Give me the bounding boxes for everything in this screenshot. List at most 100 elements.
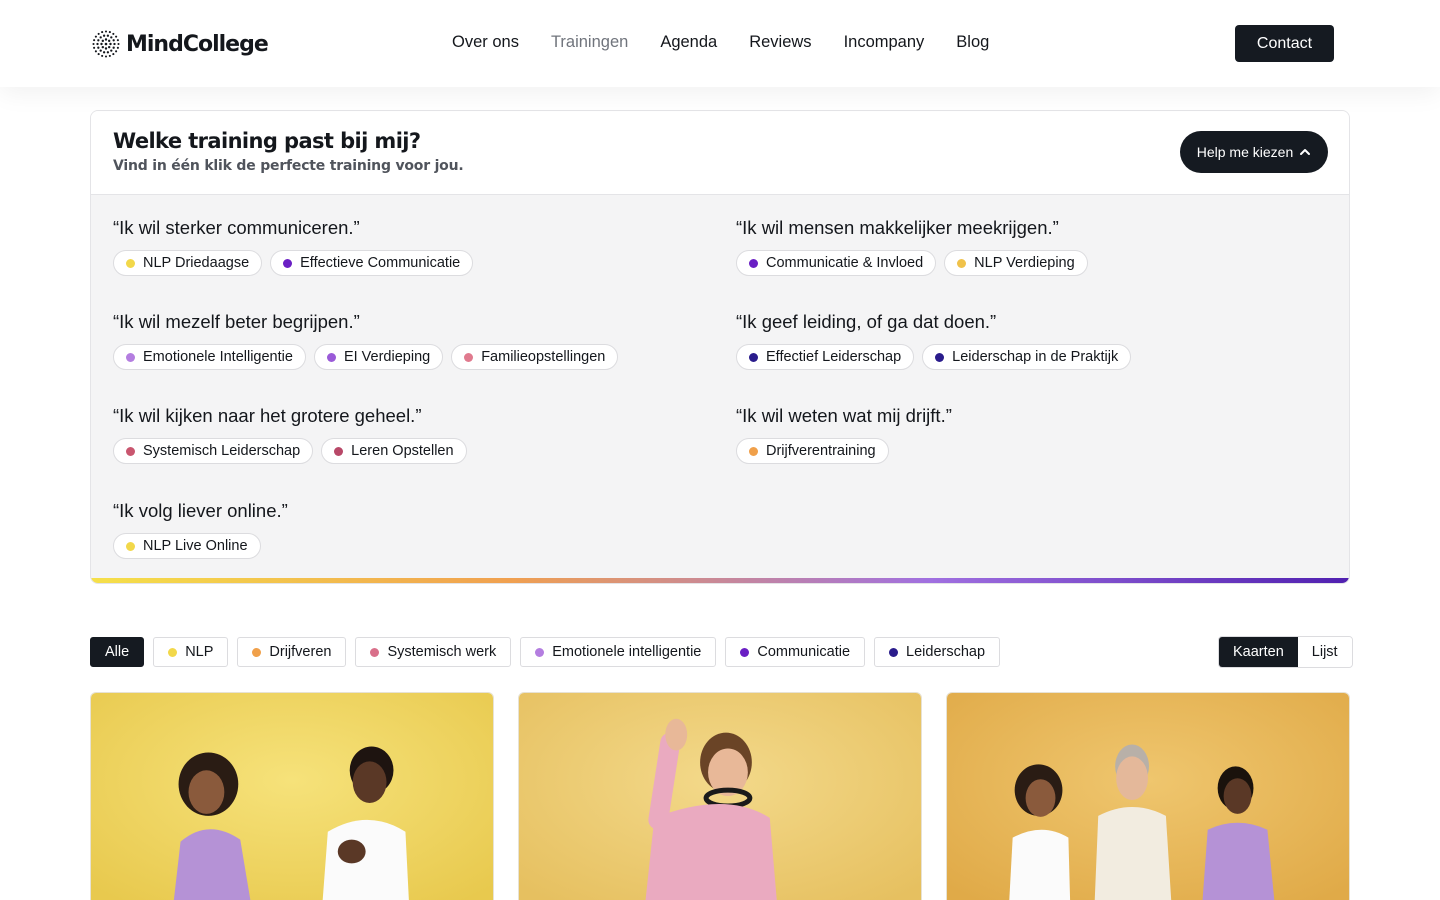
finder-group: “Ik volg liever online.” NLP Live Online <box>113 500 288 559</box>
chevron-up-icon <box>1300 149 1311 155</box>
category-dot-icon <box>283 258 293 268</box>
category-dot-icon <box>370 647 380 657</box>
training-chip[interactable]: EI Verdieping <box>313 344 444 370</box>
finder-gradient-bar <box>91 578 1349 583</box>
filter-label: Alle <box>105 644 130 660</box>
finder-group-quote: “Ik wil mensen makkelijker meekrijgen.” <box>736 217 1059 238</box>
training-chip-label: Effectief Leiderschap <box>766 349 902 365</box>
category-dot-icon <box>252 647 262 657</box>
category-dot-icon <box>749 258 758 268</box>
training-chip[interactable]: Communicatie & Invloed <box>736 250 937 276</box>
training-chip-label: Leiderschap in de Praktijk <box>952 349 1119 365</box>
site-header: MindCollege Over ons Trainingen Agenda Revi… <box>0 0 1440 87</box>
category-dot-icon <box>935 352 945 362</box>
view-cards-button[interactable]: Kaarten <box>1219 637 1298 667</box>
finder-group: “Ik geef leiding, of ga dat doen.” Effect… <box>736 311 1132 370</box>
finder-group: “Ik wil mensen makkelijker meekrijgen.” C… <box>736 217 1088 276</box>
finder-group-quote: “Ik wil sterker communiceren.” <box>113 217 360 238</box>
filter-nlp[interactable]: NLP <box>153 637 229 667</box>
help-me-choose-button[interactable]: Help me kiezen <box>1180 131 1328 173</box>
training-chips: Systemisch Leiderschap Leren Opstellen <box>113 438 467 464</box>
category-dot-icon <box>749 446 758 456</box>
woman-waving-photo <box>519 693 921 900</box>
training-chip[interactable]: Leren Opstellen <box>321 438 467 464</box>
finder-header: Welke training past bij mij? Vind in één… <box>91 111 1349 195</box>
finder-group: “Ik wil mezelf beter begrijpen.” Emotione… <box>113 311 619 370</box>
finder-group-quote: “Ik volg liever online.” <box>113 500 288 521</box>
finder-group: “Ik wil sterker communiceren.” NLP Drieda… <box>113 217 474 276</box>
nav-item-incompany[interactable]: Incompany <box>844 33 925 52</box>
finder-group-quote: “Ik wil mezelf beter begrijpen.” <box>113 311 360 332</box>
two-women-laughing-photo <box>91 693 493 900</box>
training-chip-label: Communicatie & Invloed <box>766 255 924 271</box>
category-dot-icon <box>749 352 758 362</box>
training-chip[interactable]: Familieopstellingen <box>451 344 619 370</box>
category-dot-icon <box>126 446 135 456</box>
filter-communicatie[interactable]: Communicatie <box>725 637 866 667</box>
training-chip-label: Effectieve Communicatie <box>300 255 461 271</box>
category-dot-icon <box>168 647 178 657</box>
main-nav: Over ons Trainingen Agenda Reviews Incompany… <box>452 33 989 52</box>
nav-item-over-ons[interactable]: Over ons <box>452 33 519 52</box>
category-dot-icon <box>126 258 135 268</box>
logo-mark-icon <box>92 30 120 58</box>
filter-label: Drijfveren <box>269 644 332 660</box>
finder-group: “Ik wil kijken naar het grotere geheel.”… <box>113 405 467 464</box>
finder-group-quote: “Ik geef leiding, of ga dat doen.” <box>736 311 997 332</box>
category-dot-icon <box>126 352 135 362</box>
training-chip[interactable]: Effectieve Communicatie <box>270 250 474 276</box>
training-chip[interactable]: Drijfverentraining <box>736 438 889 464</box>
category-dot-icon <box>334 446 344 456</box>
view-toggle: Kaarten Lijst <box>1218 636 1353 668</box>
training-chip[interactable]: Effectief Leiderschap <box>736 344 915 370</box>
training-chip[interactable]: NLP Driedaagse <box>113 250 263 276</box>
finder-group-quote: “Ik wil weten wat mij drijft.” <box>736 405 952 426</box>
filter-label: NLP <box>185 644 214 660</box>
nav-item-reviews[interactable]: Reviews <box>749 33 811 52</box>
contact-button[interactable]: Contact <box>1235 25 1334 62</box>
nav-item-agenda[interactable]: Agenda <box>660 33 717 52</box>
training-finder-panel: Welke training past bij mij? Vind in één… <box>90 110 1350 584</box>
nav-item-blog[interactable]: Blog <box>956 33 989 52</box>
category-filters: Alle NLP Drijfveren Systemisch werk Emotione… <box>90 637 1001 667</box>
filter-label: Communicatie <box>757 644 851 660</box>
nav-item-trainingen[interactable]: Trainingen <box>551 33 628 52</box>
filter-systemisch-werk[interactable]: Systemisch werk <box>355 637 512 667</box>
filter-label: Emotionele intelligentie <box>552 644 702 660</box>
category-dot-icon <box>464 352 474 362</box>
training-chip-label: Systemisch Leiderschap <box>143 443 301 459</box>
category-dot-icon <box>889 647 899 657</box>
filter-leiderschap[interactable]: Leiderschap <box>874 637 1001 667</box>
training-chips: NLP Driedaagse Effectieve Communicatie <box>113 250 474 276</box>
category-dot-icon <box>740 647 750 657</box>
filter-emotionele-intelligentie[interactable]: Emotionele intelligentie <box>520 637 717 667</box>
training-chip-label: NLP Live Online <box>143 538 248 554</box>
training-chip-label: NLP Verdieping <box>974 255 1075 271</box>
training-chip[interactable]: Emotionele Intelligentie <box>113 344 306 370</box>
filter-alle[interactable]: Alle <box>90 637 145 667</box>
training-chips: Emotionele Intelligentie EI Verdieping Fam… <box>113 344 619 370</box>
training-card[interactable] <box>90 692 494 900</box>
brand-name: MindCollege <box>126 31 269 57</box>
training-chip[interactable]: NLP Verdieping <box>944 250 1088 276</box>
training-chip-label: Emotionele Intelligentie <box>143 349 293 365</box>
category-dot-icon <box>535 647 545 657</box>
finder-group: “Ik wil weten wat mij drijft.” Drijfveren… <box>736 405 952 464</box>
training-chip[interactable]: Leiderschap in de Praktijk <box>922 344 1132 370</box>
brand-logo[interactable]: MindCollege <box>90 28 269 60</box>
filter-drijfveren[interactable]: Drijfveren <box>237 637 347 667</box>
training-card[interactable] <box>946 692 1350 900</box>
category-dot-icon <box>957 258 967 268</box>
training-chip[interactable]: NLP Live Online <box>113 533 261 559</box>
training-chips: Communicatie & Invloed NLP Verdieping <box>736 250 1088 276</box>
training-chip[interactable]: Systemisch Leiderschap <box>113 438 314 464</box>
training-card[interactable] <box>518 692 922 900</box>
training-chips: NLP Live Online <box>113 533 288 559</box>
three-people-talking-photo <box>947 693 1349 900</box>
training-chip-label: Familieopstellingen <box>481 349 606 365</box>
category-dot-icon <box>126 541 135 551</box>
training-chip-label: Leren Opstellen <box>351 443 454 459</box>
finder-group-quote: “Ik wil kijken naar het grotere geheel.” <box>113 405 422 426</box>
view-list-button[interactable]: Lijst <box>1297 637 1352 667</box>
finder-title: Welke training past bij mij? <box>113 129 421 153</box>
